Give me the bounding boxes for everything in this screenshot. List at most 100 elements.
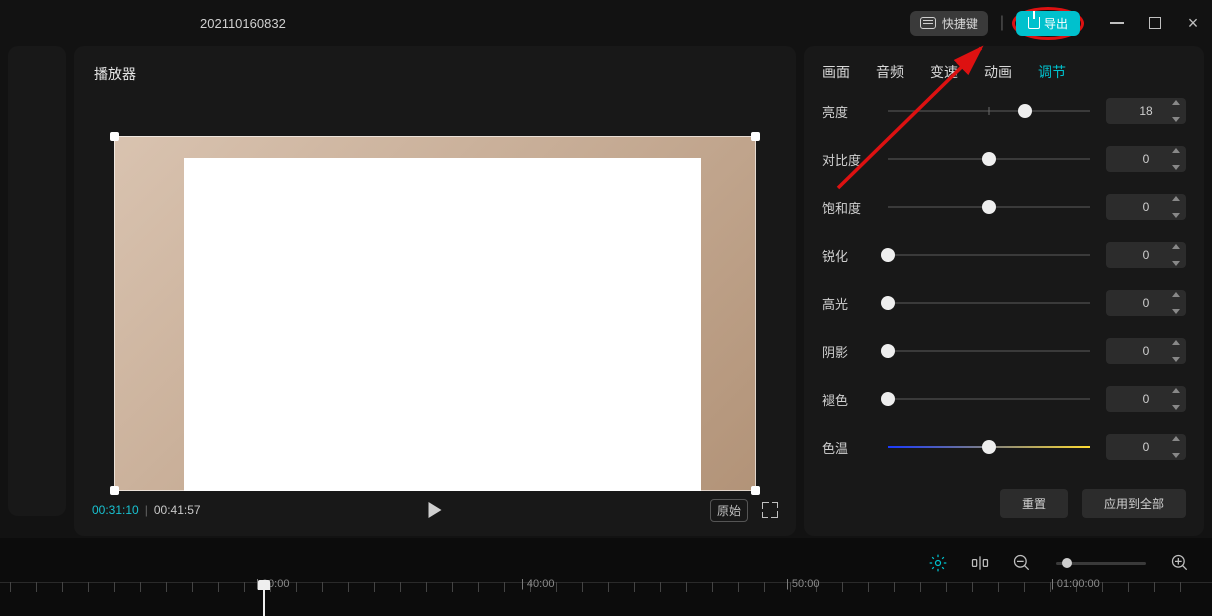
- slider-temperature[interactable]: [888, 437, 1090, 457]
- playhead[interactable]: [258, 580, 270, 600]
- timeline-area: | 30:00| 40:00| 50:00| 01:00:00: [0, 538, 1212, 616]
- spinner-saturation[interactable]: [1172, 196, 1182, 218]
- slider-saturation[interactable]: [888, 197, 1090, 217]
- slider-knob[interactable]: [982, 200, 996, 214]
- spinner-fade[interactable]: [1172, 388, 1182, 410]
- value-sharpen: 0: [1143, 248, 1150, 262]
- export-label: 导出: [1044, 15, 1068, 32]
- timeline-ruler[interactable]: | 30:00| 40:00| 50:00| 01:00:00: [0, 582, 1212, 616]
- value-box-brightness[interactable]: 18: [1106, 98, 1186, 124]
- param-row-brightness: 亮度 18: [822, 98, 1186, 124]
- tab-adjust[interactable]: 调节: [1038, 62, 1066, 82]
- param-label-temperature: 色温: [822, 438, 872, 457]
- preview-viewport[interactable]: [114, 136, 756, 491]
- spinner-contrast[interactable]: [1172, 148, 1182, 170]
- slider-knob[interactable]: [982, 152, 996, 166]
- project-name: 202110160832: [200, 16, 286, 31]
- time-separator: |: [145, 503, 148, 517]
- apply-all-button[interactable]: 应用到全部: [1082, 489, 1186, 518]
- inspector-footer: 重置 应用到全部: [804, 475, 1204, 536]
- param-label-shadow: 阴影: [822, 342, 872, 361]
- player-panel: 播放器 00:31:10 | 00:41:57 原始: [74, 46, 796, 536]
- aspect-ratio-button[interactable]: 原始: [710, 499, 748, 522]
- separator: |: [1000, 14, 1004, 32]
- spinner-temperature[interactable]: [1172, 436, 1182, 458]
- spinner-shadow[interactable]: [1172, 340, 1182, 362]
- tab-picture[interactable]: 画面: [822, 62, 850, 82]
- param-row-sharpen: 锐化 0: [822, 242, 1186, 268]
- reset-button[interactable]: 重置: [1000, 489, 1068, 518]
- zoom-knob[interactable]: [1062, 558, 1072, 568]
- window-maximize-button[interactable]: [1148, 16, 1162, 30]
- tab-animation[interactable]: 动画: [984, 62, 1012, 82]
- slider-track: [888, 350, 1090, 352]
- slider-contrast[interactable]: [888, 149, 1090, 169]
- slider-knob[interactable]: [881, 344, 895, 358]
- value-box-shadow[interactable]: 0: [1106, 338, 1186, 364]
- current-time: 00:31:10: [92, 503, 139, 517]
- slider-knob[interactable]: [881, 248, 895, 262]
- play-button[interactable]: [429, 502, 442, 518]
- inspector-panel: 画面 音频 变速 动画 调节 亮度18对比度0饱和度0锐化0高光0阴影0褪色0色…: [804, 46, 1204, 536]
- resize-handle-top-left[interactable]: [110, 132, 119, 141]
- slider-shadow[interactable]: [888, 341, 1090, 361]
- zoom-in-icon[interactable]: [1170, 553, 1190, 573]
- value-box-fade[interactable]: 0: [1106, 386, 1186, 412]
- window-close-button[interactable]: ×: [1186, 16, 1200, 30]
- left-sidebar: [8, 46, 66, 516]
- slider-brightness[interactable]: [888, 101, 1090, 121]
- shortcuts-button[interactable]: 快捷键: [910, 11, 988, 36]
- zoom-slider[interactable]: [1056, 562, 1146, 565]
- slider-sharpen[interactable]: [888, 245, 1090, 265]
- value-box-contrast[interactable]: 0: [1106, 146, 1186, 172]
- zoom-out-icon[interactable]: [1012, 553, 1032, 573]
- slider-knob[interactable]: [881, 392, 895, 406]
- value-box-highlight[interactable]: 0: [1106, 290, 1186, 316]
- ruler-label: | 50:00: [786, 578, 819, 590]
- spinner-brightness[interactable]: [1172, 100, 1182, 122]
- slider-track: [888, 254, 1090, 256]
- spinner-sharpen[interactable]: [1172, 244, 1182, 266]
- param-label-saturation: 饱和度: [822, 198, 872, 217]
- slider-knob[interactable]: [881, 296, 895, 310]
- ruler-label: | 40:00: [521, 578, 554, 590]
- slider-fade[interactable]: [888, 389, 1090, 409]
- player-title: 播放器: [74, 46, 796, 102]
- player-controls: 00:31:10 | 00:41:57 原始: [74, 484, 796, 536]
- slider-highlight[interactable]: [888, 293, 1090, 313]
- slider-knob[interactable]: [1018, 104, 1032, 118]
- value-brightness: 18: [1139, 104, 1152, 118]
- auto-snap-icon[interactable]: [928, 553, 948, 573]
- slider-track: [888, 398, 1090, 400]
- tab-audio[interactable]: 音频: [876, 62, 904, 82]
- value-shadow: 0: [1143, 344, 1150, 358]
- export-icon: [1028, 17, 1040, 29]
- param-row-fade: 褪色0: [822, 386, 1186, 412]
- play-icon: [429, 502, 442, 518]
- shortcuts-label: 快捷键: [942, 15, 978, 32]
- window-minimize-button[interactable]: [1110, 16, 1124, 30]
- aspect-label: 原始: [717, 504, 741, 518]
- value-temperature: 0: [1143, 440, 1150, 454]
- timeline-tools: [0, 538, 1212, 578]
- value-box-saturation[interactable]: 0: [1106, 194, 1186, 220]
- value-box-temperature[interactable]: 0: [1106, 434, 1186, 460]
- inspector-tabs: 画面 音频 变速 动画 调节: [804, 46, 1204, 96]
- value-box-sharpen[interactable]: 0: [1106, 242, 1186, 268]
- param-row-highlight: 高光0: [822, 290, 1186, 316]
- param-row-contrast: 对比度 0: [822, 146, 1186, 172]
- total-time: 00:41:57: [154, 503, 201, 517]
- param-label-contrast: 对比度: [822, 150, 872, 169]
- spinner-highlight[interactable]: [1172, 292, 1182, 314]
- split-icon[interactable]: [970, 553, 990, 573]
- slider-knob[interactable]: [982, 440, 996, 454]
- value-fade: 0: [1143, 392, 1150, 406]
- selection-frame[interactable]: [114, 136, 756, 491]
- fullscreen-button[interactable]: [762, 502, 778, 518]
- tab-speed[interactable]: 变速: [930, 62, 958, 82]
- param-label-sharpen: 锐化: [822, 246, 872, 265]
- export-button[interactable]: 导出: [1016, 11, 1080, 36]
- resize-handle-top-right[interactable]: [751, 132, 760, 141]
- param-label-brightness: 亮度: [822, 102, 872, 121]
- titlebar: 202110160832 快捷键 | 导出 ×: [0, 0, 1212, 46]
